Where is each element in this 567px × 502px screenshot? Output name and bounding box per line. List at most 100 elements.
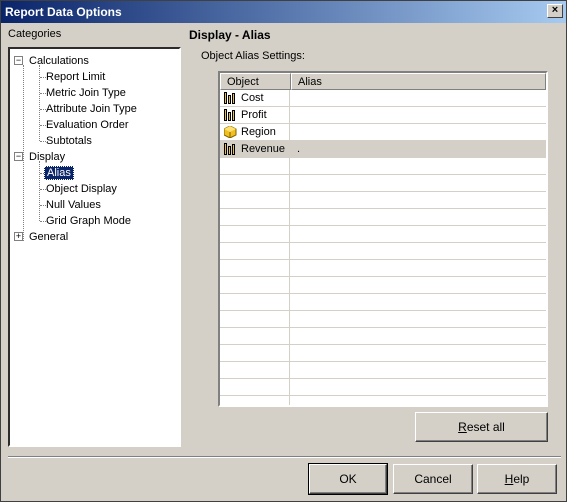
tree-node-object-display[interactable]: Object Display	[46, 181, 117, 197]
object-cell[interactable]	[220, 260, 290, 276]
object-cell[interactable]	[220, 243, 290, 259]
alias-cell[interactable]	[291, 209, 546, 225]
tree-node-alias[interactable]: Alias	[44, 165, 74, 181]
alias-cell[interactable]	[291, 362, 546, 378]
object-cell[interactable]	[220, 158, 290, 174]
table-row[interactable]: Region	[220, 124, 546, 141]
alias-cell[interactable]	[291, 379, 546, 395]
object-cell[interactable]	[220, 311, 290, 327]
tree-node-display[interactable]: − Display	[10, 149, 175, 165]
alias-cell[interactable]	[291, 175, 546, 191]
tree-node-calculations[interactable]: − Calculations	[10, 53, 175, 69]
section-label: Object Alias Settings:	[201, 50, 305, 62]
object-name: Profit	[241, 109, 267, 121]
tree-node-report-limit[interactable]: Report Limit	[46, 69, 105, 85]
reset-all-button[interactable]: Reset all	[415, 412, 548, 442]
table-row[interactable]	[220, 328, 546, 345]
alias-cell[interactable]: .	[291, 141, 546, 157]
alias-cell[interactable]	[291, 277, 546, 293]
table-row[interactable]	[220, 209, 546, 226]
object-cell[interactable]	[220, 396, 290, 405]
categories-label: Categories	[8, 28, 62, 40]
object-cell[interactable]	[220, 209, 290, 225]
alias-cell[interactable]	[291, 294, 546, 310]
table-row[interactable]	[220, 294, 546, 311]
help-button[interactable]: Help	[477, 464, 557, 494]
tree-node-label: Null Values	[46, 199, 101, 211]
tree-node-label: Metric Join Type	[46, 87, 126, 99]
tree-node-grid-graph-mode[interactable]: Grid Graph Mode	[46, 213, 131, 229]
column-header-object[interactable]: Object	[220, 73, 291, 90]
title-bar[interactable]: Report Data Options ×	[1, 1, 566, 23]
collapse-icon[interactable]: −	[14, 152, 23, 161]
table-row[interactable]	[220, 260, 546, 277]
tree-node-evaluation-order[interactable]: Evaluation Order	[46, 117, 129, 133]
table-row[interactable]	[220, 158, 546, 175]
help-label: elp	[513, 472, 530, 486]
table-row[interactable]: Revenue.	[220, 141, 546, 158]
table-row[interactable]	[220, 277, 546, 294]
report-data-options-dialog: Report Data Options × Categories − Calcu…	[0, 0, 567, 502]
tree-node-label: Evaluation Order	[46, 119, 129, 131]
alias-cell[interactable]	[291, 260, 546, 276]
object-cell[interactable]	[220, 379, 290, 395]
object-cell[interactable]	[220, 294, 290, 310]
alias-cell[interactable]	[291, 158, 546, 174]
expand-icon[interactable]: +	[14, 232, 23, 241]
table-row[interactable]	[220, 362, 546, 379]
ok-button[interactable]: OK	[308, 463, 388, 495]
table-row[interactable]	[220, 192, 546, 209]
close-button[interactable]: ×	[547, 4, 563, 18]
object-cell[interactable]	[220, 226, 290, 242]
object-cell[interactable]	[220, 345, 290, 361]
tree-connector	[39, 161, 40, 221]
reset-all-mnemonic: R	[458, 420, 467, 434]
alias-cell[interactable]	[291, 396, 546, 405]
tree-node-subtotals[interactable]: Subtotals	[46, 133, 92, 149]
tree-node-null-values[interactable]: Null Values	[46, 197, 101, 213]
alias-cell[interactable]	[291, 328, 546, 344]
table-row[interactable]	[220, 243, 546, 260]
object-name: Region	[241, 126, 276, 138]
alias-cell[interactable]	[291, 107, 546, 123]
object-cell[interactable]: Profit	[220, 107, 290, 123]
reset-all-label: eset all	[466, 420, 505, 434]
ok-label: OK	[339, 472, 357, 486]
tree-node-general[interactable]: + General	[10, 229, 175, 245]
object-cell[interactable]	[220, 277, 290, 293]
table-row[interactable]	[220, 175, 546, 192]
panel-title: Display - Alias	[189, 28, 271, 42]
table-row[interactable]	[220, 396, 546, 405]
collapse-icon[interactable]: −	[14, 56, 23, 65]
object-cell[interactable]: Region	[220, 124, 290, 140]
tree-node-label: Calculations	[29, 55, 89, 67]
tree-node-label: Subtotals	[46, 135, 92, 147]
categories-tree[interactable]: − Calculations Report Limit Metric Join …	[8, 47, 181, 447]
table-row[interactable]: Profit	[220, 107, 546, 124]
alias-cell[interactable]	[291, 243, 546, 259]
alias-cell[interactable]	[291, 124, 546, 140]
object-cell[interactable]	[220, 192, 290, 208]
cancel-button[interactable]: Cancel	[393, 464, 473, 494]
object-cell[interactable]: Cost	[220, 90, 290, 106]
object-cell[interactable]: Revenue	[220, 141, 290, 157]
table-row[interactable]	[220, 311, 546, 328]
alias-cell[interactable]	[291, 311, 546, 327]
alias-cell[interactable]	[291, 226, 546, 242]
window-title: Report Data Options	[5, 5, 122, 19]
table-row[interactable]: Cost	[220, 90, 546, 107]
column-header-alias[interactable]: Alias	[291, 73, 546, 90]
alias-grid[interactable]: Object Alias Cost Profit Region Revenue.	[218, 71, 548, 407]
object-cell[interactable]	[220, 328, 290, 344]
tree-node-label: Attribute Join Type	[46, 103, 137, 115]
tree-node-metric-join-type[interactable]: Metric Join Type	[46, 85, 126, 101]
table-row[interactable]	[220, 379, 546, 396]
alias-cell[interactable]	[291, 192, 546, 208]
alias-cell[interactable]	[291, 345, 546, 361]
alias-cell[interactable]	[291, 90, 546, 106]
tree-node-attribute-join-type[interactable]: Attribute Join Type	[46, 101, 137, 117]
table-row[interactable]	[220, 226, 546, 243]
object-cell[interactable]	[220, 362, 290, 378]
object-cell[interactable]	[220, 175, 290, 191]
table-row[interactable]	[220, 345, 546, 362]
